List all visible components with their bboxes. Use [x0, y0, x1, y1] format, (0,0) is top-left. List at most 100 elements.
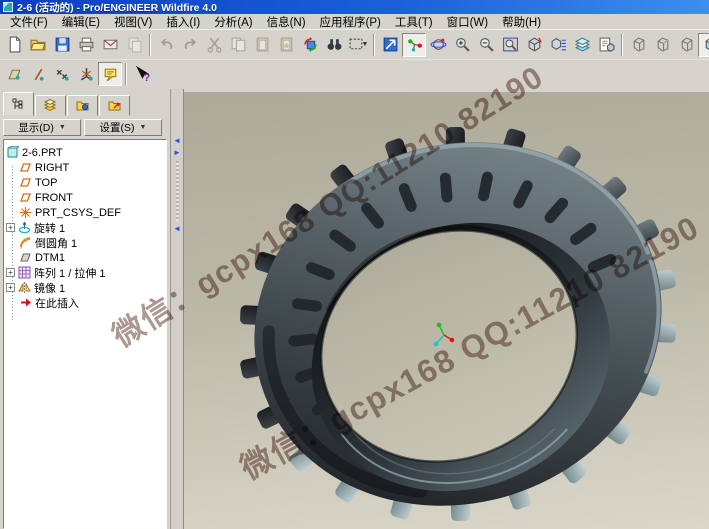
tab-layer-tree[interactable] [35, 95, 66, 116]
datum-axes-toggle[interactable] [26, 62, 50, 86]
wireframe-button[interactable] [626, 33, 650, 57]
tree-item-pattern[interactable]: + 阵列 1 / 拉伸 1 [4, 265, 166, 280]
show-dropdown-label: 显示(D) [18, 120, 54, 135]
spin-center-icon [406, 36, 423, 53]
tab-model-tree[interactable] [3, 92, 34, 116]
copy-icon [230, 36, 247, 53]
collapse-left-icon[interactable]: ◄ [173, 225, 181, 233]
print-icon [78, 36, 95, 53]
new-file-button[interactable] [2, 33, 26, 57]
navigator-buttons: 显示(D)▼ 设置(S)▼ [0, 116, 170, 137]
open-file-button[interactable] [26, 33, 50, 57]
shaded-button[interactable] [698, 33, 709, 57]
menu-tools[interactable]: 工具(T) [388, 14, 440, 30]
menu-analysis[interactable]: 分析(A) [207, 14, 259, 30]
layers-button[interactable] [570, 33, 594, 57]
paste-button[interactable] [250, 33, 274, 57]
graphics-viewport[interactable] [184, 89, 709, 529]
no-hidden-button[interactable] [674, 33, 698, 57]
binoculars-icon [326, 36, 343, 53]
tree-item-insert-here[interactable]: 在此插入 [4, 295, 166, 310]
plus-box-icon[interactable]: + [6, 223, 15, 232]
paste-special-button[interactable] [274, 33, 298, 57]
settings-dropdown[interactable]: 设置(S)▼ [84, 119, 162, 136]
hidden-line-button[interactable] [650, 33, 674, 57]
panel-splitter[interactable]: ◄ ► ◄ [170, 89, 184, 529]
zoom-in-button[interactable] [450, 33, 474, 57]
copy-button[interactable] [226, 33, 250, 57]
datum-planes-toggle[interactable] [2, 62, 26, 86]
datum-plane-gray-icon [19, 251, 32, 264]
send-mail-button[interactable] [98, 33, 122, 57]
tree-item-label: 镜像 1 [34, 280, 65, 296]
layers-icon [574, 36, 591, 53]
tree-item-revolve[interactable]: + 旋转 1 [4, 220, 166, 235]
tab-favorites[interactable] [99, 95, 130, 116]
tree-item-part[interactable]: 2-6.PRT [4, 145, 166, 160]
show-dropdown[interactable]: 显示(D)▼ [3, 119, 81, 136]
undo-button[interactable] [154, 33, 178, 57]
saved-views-button[interactable] [546, 33, 570, 57]
find-button[interactable] [322, 33, 346, 57]
plus-box-icon[interactable]: + [6, 268, 15, 277]
tree-item-csys[interactable]: PRT_CSYS_DEF [4, 205, 166, 220]
zoom-out-button[interactable] [474, 33, 498, 57]
save-button[interactable] [50, 33, 74, 57]
orbit-icon [430, 36, 447, 53]
spin-center-button[interactable] [402, 33, 426, 57]
tree-item-label: 旋转 1 [34, 220, 65, 236]
menu-view[interactable]: 视图(V) [107, 14, 159, 30]
splitter-grip[interactable] [176, 161, 179, 221]
paste-special-icon [278, 36, 295, 53]
menu-file[interactable]: 文件(F) [3, 14, 55, 30]
title-bar[interactable]: 2-6 (活动的) - Pro/ENGINEER Wildfire 4.0 [0, 0, 709, 14]
datum-points-toggle[interactable] [50, 62, 74, 86]
menu-insert[interactable]: 插入(I) [159, 14, 207, 30]
annotations-toggle[interactable] [98, 62, 122, 86]
tree-item-dtm1[interactable]: DTM1 [4, 250, 166, 265]
expand-right-icon[interactable]: ► [173, 149, 181, 157]
tree-item-mirror[interactable]: + 镜像 1 [4, 280, 166, 295]
tree-item-top[interactable]: TOP [4, 175, 166, 190]
regenerate-button[interactable] [298, 33, 322, 57]
tree-item-label: DTM1 [35, 252, 65, 264]
save-icon [54, 36, 71, 53]
datum-plane-icon [19, 161, 32, 174]
tree-item-label: TOP [35, 177, 57, 189]
collapse-left-icon[interactable]: ◄ [173, 137, 181, 145]
insert-here-icon [19, 296, 32, 309]
orient-view-button[interactable] [522, 33, 546, 57]
redo-button[interactable] [178, 33, 202, 57]
datum-point-toggle-icon [54, 66, 71, 83]
menu-info[interactable]: 信息(N) [260, 14, 313, 30]
select-by-menu-button[interactable]: ▼ [346, 33, 370, 57]
menu-help[interactable]: 帮助(H) [495, 14, 548, 30]
cut-button[interactable] [202, 33, 226, 57]
tree-item-round[interactable]: 倒圆角 1 [4, 235, 166, 250]
zoom-out-icon [478, 36, 495, 53]
plus-box-icon[interactable]: + [6, 283, 15, 292]
view-manager-button[interactable] [594, 33, 618, 57]
folder-browser-icon [76, 99, 89, 112]
refit-button[interactable] [498, 33, 522, 57]
tire-3d-model[interactable] [184, 92, 709, 529]
menu-edit[interactable]: 编辑(E) [55, 14, 107, 30]
orient-mode-button[interactable] [426, 33, 450, 57]
menu-applications[interactable]: 应用程序(P) [313, 14, 388, 30]
save-copy-icon [126, 36, 143, 53]
context-help-button[interactable]: ? [130, 62, 154, 86]
tree-item-right[interactable]: RIGHT [4, 160, 166, 175]
tab-folder-browser[interactable] [67, 95, 98, 116]
print-button[interactable] [74, 33, 98, 57]
open-folder-icon [30, 36, 47, 53]
svg-text:?: ? [143, 71, 149, 82]
redo-icon [182, 36, 199, 53]
menu-window[interactable]: 窗口(W) [440, 14, 496, 30]
dropdown-arrow-icon: ▼ [140, 124, 147, 131]
redraw-button[interactable] [378, 33, 402, 57]
toolbar-separator [373, 34, 375, 56]
tree-item-front[interactable]: FRONT [4, 190, 166, 205]
toolbar-separator [149, 34, 151, 56]
save-a-copy-button[interactable] [122, 33, 146, 57]
datum-csys-toggle[interactable] [74, 62, 98, 86]
